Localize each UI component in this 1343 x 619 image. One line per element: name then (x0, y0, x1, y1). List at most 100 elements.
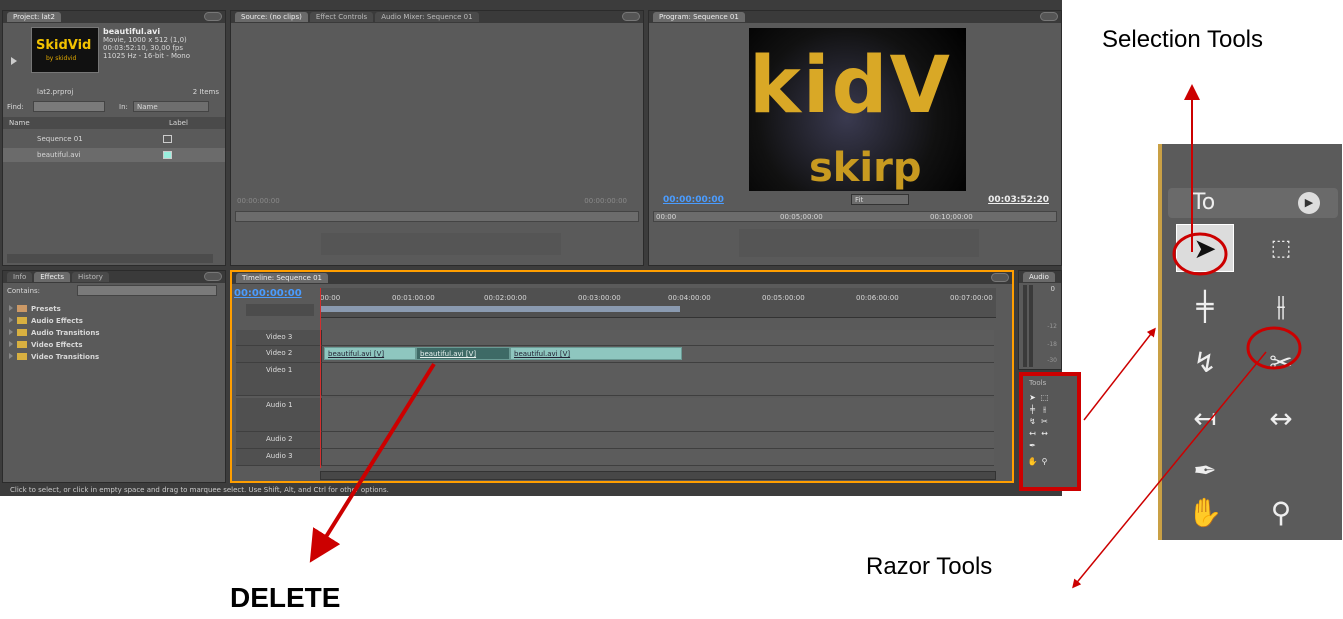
project-toolbar (7, 254, 213, 263)
track-video-2[interactable]: Video 2 beautiful.avi [V] beautiful.avi … (236, 346, 994, 363)
fit-value: Fit (855, 196, 864, 204)
source-scrub[interactable] (235, 211, 639, 222)
tools-panel-small: Tools ➤ ⬚ ╪ ⫲ ↯ ✂ ↤ ↔ ✒ ✋ ⚲ (1019, 372, 1081, 491)
in-label: In: (119, 103, 128, 111)
slide-tool-icon[interactable]: ↔ (1252, 394, 1310, 442)
folder-icon (17, 305, 27, 312)
selection-tools-label: Selection Tools (1102, 26, 1263, 53)
track-audio-2[interactable]: Audio 2 (236, 432, 994, 449)
slip-tool-icon[interactable]: ↤ (1176, 394, 1234, 442)
tab-audio[interactable]: Audio (1023, 272, 1055, 282)
track-audio-1[interactable]: Audio 1 (236, 398, 994, 432)
program-frame: kidV skirp (749, 28, 966, 191)
tab-project[interactable]: Project: lat2 (7, 12, 61, 22)
list-header: Name Label (3, 117, 225, 129)
track-audio-3[interactable]: Audio 3 (236, 449, 994, 466)
expand-icon (9, 317, 13, 323)
program-panel: Program: Sequence 01 kidV skirp 00:00:00… (648, 10, 1062, 266)
source-panel: Source: (no clips) Effect Controls Audio… (230, 10, 644, 266)
panel-menu-button[interactable] (204, 12, 222, 21)
expand-icon (9, 305, 13, 311)
tab-source[interactable]: Source: (no clips) (235, 12, 308, 22)
premiere-window: Project: lat2 SkidVid by skidvid beautif… (0, 0, 1081, 496)
rolling-edit-tool-small-icon[interactable]: ⫲ (1039, 404, 1050, 415)
timeline-clip-selected[interactable]: beautiful.avi [V] (416, 347, 510, 360)
razor-tool-small-icon[interactable]: ✂ (1039, 416, 1050, 427)
track-video-3[interactable]: Video 3 (236, 330, 994, 346)
program-ruler[interactable]: 00:00 00:05;00:00 00:10;00:00 (653, 211, 1057, 222)
track-select-tool-small-icon[interactable]: ⬚ (1039, 392, 1050, 403)
panel-menu-button[interactable] (991, 273, 1009, 282)
timeline-scrollbar[interactable] (320, 471, 996, 480)
rolling-edit-tool-icon[interactable]: ⫲ (1252, 282, 1310, 330)
tools-small-tab: Tools (1029, 379, 1047, 387)
track-select-tool-icon[interactable]: ⬚ (1252, 224, 1310, 272)
work-area-bar[interactable] (320, 306, 680, 312)
ruler-label: 00:03:00:00 (578, 294, 621, 302)
folder-icon (17, 317, 27, 324)
pen-tool-small-icon[interactable]: ✒ (1027, 440, 1038, 451)
play-thumb-icon[interactable] (11, 57, 17, 65)
meter-bar (1029, 285, 1033, 367)
list-item[interactable]: beautiful.avi (3, 148, 225, 162)
ripple-edit-tool-icon[interactable]: ╪ (1176, 282, 1234, 330)
in-select[interactable]: Name (133, 101, 209, 112)
fit-select[interactable]: Fit (851, 194, 909, 205)
selection-tool-small-icon[interactable]: ➤ (1027, 392, 1038, 403)
tab-effects[interactable]: Effects (34, 272, 71, 282)
timeline-ruler[interactable]: 00:00 00:01:00:00 00:02:00:00 00:03:00:0… (320, 288, 996, 318)
effects-folder-video-effects[interactable]: Video Effects (3, 339, 225, 351)
hand-tool-small-icon[interactable]: ✋ (1027, 456, 1038, 467)
razor-tool-icon[interactable]: ✂ (1252, 338, 1310, 386)
meter-level: -30 (1047, 357, 1057, 364)
timeline-panel: Timeline: Sequence 01 00:00:00:00 00:00 … (230, 270, 1014, 483)
timeline-clip[interactable]: beautiful.avi [V] (324, 347, 416, 360)
tools-menu-icon[interactable]: ▶ (1298, 192, 1320, 214)
pen-tool-icon[interactable]: ✒ (1176, 446, 1234, 494)
rate-stretch-tool-small-icon[interactable]: ↯ (1027, 416, 1038, 427)
tab-info[interactable]: Info (7, 272, 33, 282)
panel-menu-button[interactable] (622, 12, 640, 21)
track-video-1[interactable]: Video 1 (236, 363, 994, 396)
meter-level: -18 (1047, 341, 1057, 348)
tools-panel-large: To ▶ ➤ ⬚ ╪ ⫲ ↯ ✂ ↤ ↔ ✒ ✋ ⚲ (1158, 144, 1342, 540)
slip-tool-small-icon[interactable]: ↤ (1027, 428, 1038, 439)
ruler-label: 00:07:00:00 (950, 294, 993, 302)
effects-folder-audio-transitions[interactable]: Audio Transitions (3, 327, 225, 339)
source-tc-right: 00:00:00:00 (584, 197, 627, 205)
tab-audio-mixer[interactable]: Audio Mixer: Sequence 01 (375, 12, 479, 22)
expand-icon (9, 341, 13, 347)
frame-text-2: skirp (809, 145, 922, 191)
effects-folder-video-transitions[interactable]: Video Transitions (3, 351, 225, 363)
item-count: 2 Items (192, 88, 219, 96)
timeline-clip[interactable]: beautiful.avi [V] (510, 347, 682, 360)
ruler-label: 00:05;00:00 (780, 213, 823, 221)
zoom-tool-icon[interactable]: ⚲ (1252, 488, 1310, 536)
source-tc-left: 00:00:00:00 (237, 197, 280, 205)
panel-menu-button[interactable] (1040, 12, 1058, 21)
ripple-edit-tool-small-icon[interactable]: ╪ (1027, 404, 1038, 415)
project-file: lat2.prproj (37, 88, 74, 96)
label-swatch (163, 135, 172, 143)
timeline-timecode[interactable]: 00:00:00:00 (234, 288, 302, 299)
effects-folder-audio-effects[interactable]: Audio Effects (3, 315, 225, 327)
slide-tool-small-icon[interactable]: ↔ (1039, 428, 1050, 439)
contains-label: Contains: (7, 287, 41, 295)
panel-menu-button[interactable] (204, 272, 222, 281)
col-label[interactable]: Label (169, 117, 188, 129)
tab-program[interactable]: Program: Sequence 01 (653, 12, 745, 22)
zoom-tool-small-icon[interactable]: ⚲ (1039, 456, 1050, 467)
list-item[interactable]: Sequence 01 (3, 132, 225, 146)
hand-tool-icon[interactable]: ✋ (1176, 488, 1234, 536)
tab-history[interactable]: History (72, 272, 109, 282)
folder-icon (17, 329, 27, 336)
tab-effect-controls[interactable]: Effect Controls (309, 12, 374, 22)
tab-timeline[interactable]: Timeline: Sequence 01 (236, 273, 329, 283)
contains-input[interactable] (77, 285, 217, 296)
col-name[interactable]: Name (9, 117, 30, 129)
effects-folder-presets[interactable]: Presets (3, 303, 225, 315)
find-input[interactable] (33, 101, 105, 112)
rate-stretch-tool-icon[interactable]: ↯ (1176, 338, 1234, 386)
selection-tool-icon[interactable]: ➤ (1176, 224, 1234, 272)
ruler-label: 00:04:00:00 (668, 294, 711, 302)
